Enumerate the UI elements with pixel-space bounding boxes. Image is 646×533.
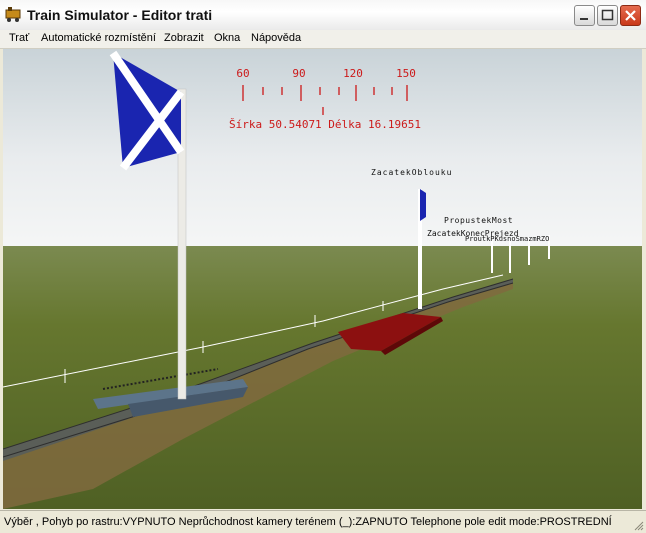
compass-tick-150: 150 (396, 67, 416, 80)
sky (3, 49, 642, 249)
menu-bar: Trať Automatické rozmístění Zobrazit Okn… (0, 30, 646, 49)
3d-viewport[interactable]: 60 90 120 150 Šírka 50.54071 Délka 16.19… (3, 49, 642, 509)
compass-tick-60: 60 (236, 67, 249, 80)
title-bar[interactable]: Train Simulator - Editor trati (0, 0, 646, 31)
minimize-button[interactable] (574, 5, 595, 26)
minimize-icon (580, 18, 588, 20)
marker-pole-2 (491, 239, 493, 273)
compass-tick-120: 120 (343, 67, 363, 80)
marker-pole-3 (509, 239, 511, 273)
marker-label-propustek-most: PropustekMost (444, 216, 513, 225)
train-app-icon (5, 7, 21, 22)
menu-zobrazit[interactable]: Zobrazit (164, 32, 204, 44)
menu-automaticke-rozmisteni[interactable]: Automatické rozmístění (41, 32, 156, 44)
close-icon (625, 10, 636, 21)
marker-label-zacatek-oblouku: ZacatekOblouku (371, 168, 452, 177)
maximize-icon (601, 9, 614, 21)
status-bar: Výběr , Pohyb po rastru:VYPNUTO Neprůcho… (0, 510, 646, 533)
app-window: Train Simulator - Editor trati Trať Auto… (0, 0, 646, 533)
window-title: Train Simulator - Editor trati (27, 7, 213, 23)
status-text: Výběr , Pohyb po rastru:VYPNUTO Neprůcho… (4, 516, 612, 528)
menu-trat[interactable]: Trať (9, 32, 29, 44)
scene[interactable]: 60 90 120 150 Šírka 50.54071 Délka 16.19… (3, 49, 642, 509)
compass-tick-90: 90 (292, 67, 305, 80)
maximize-button[interactable] (597, 5, 618, 26)
marker-flag-1 (420, 189, 426, 221)
menu-okna[interactable]: Okna (214, 32, 240, 44)
marker-label-cluster: ProutkPKusnoSmazmRZO (465, 235, 549, 243)
close-button[interactable] (620, 5, 641, 26)
compass-coords: Šírka 50.54071 Délka 16.19651 (229, 118, 421, 131)
resize-grip-icon[interactable] (634, 521, 644, 531)
menu-napoveda[interactable]: Nápověda (251, 32, 301, 44)
